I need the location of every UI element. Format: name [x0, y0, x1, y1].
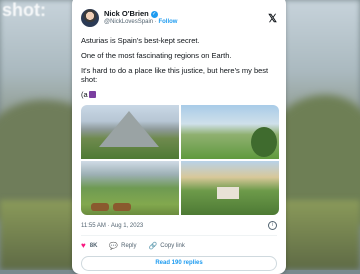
- emoji-icon: [88, 91, 96, 98]
- follow-button[interactable]: Follow: [158, 19, 177, 25]
- tweet-text: Asturias is Spain's best-kept secret. On…: [81, 36, 277, 99]
- like-button[interactable]: ♥ 8K: [81, 241, 97, 250]
- photo-village[interactable]: [181, 105, 279, 159]
- author-info: Nick O'Brien ✓ @NickLovesSpain · Follow: [104, 10, 177, 26]
- read-replies-button[interactable]: Read 190 replies: [81, 256, 277, 271]
- photo-cows-meadow[interactable]: [81, 161, 179, 215]
- action-bar: ♥ 8K 💬 Reply 🔗 Copy link: [81, 241, 277, 250]
- copy-link-label: Copy link: [160, 242, 185, 249]
- reply-label: Reply: [121, 242, 137, 249]
- photo-grid: [81, 105, 279, 215]
- background-text: shot:: [2, 0, 46, 20]
- heart-icon: ♥: [81, 241, 86, 250]
- tweet-paragraph-2: One of the most fascinating regions on E…: [81, 51, 232, 60]
- divider: [81, 235, 277, 236]
- link-icon: 🔗: [148, 242, 158, 250]
- info-icon[interactable]: i: [268, 221, 277, 230]
- timestamp[interactable]: 11:55 AM · Aug 1, 2023: [81, 223, 143, 229]
- photo-mountains[interactable]: [81, 105, 179, 159]
- tweet-paragraph-1: Asturias is Spain's best-kept secret.: [81, 36, 200, 45]
- tweet-meta: 11:55 AM · Aug 1, 2023 i: [81, 221, 277, 230]
- avatar[interactable]: [81, 9, 99, 27]
- tweet-card: Nick O'Brien ✓ @NickLovesSpain · Follow …: [72, 0, 286, 274]
- tweet-paragraph-3: It's hard to do a place like this justic…: [81, 66, 269, 84]
- like-count: 8K: [89, 242, 98, 249]
- author-name[interactable]: Nick O'Brien: [104, 10, 149, 18]
- tweet-emoji-line: (a: [81, 90, 277, 99]
- photo-coastal-village[interactable]: [181, 161, 279, 215]
- separator: ·: [154, 19, 157, 25]
- author-handle[interactable]: @NickLovesSpain: [104, 19, 153, 25]
- reply-icon: 💬: [109, 242, 119, 250]
- reply-button[interactable]: 💬 Reply: [109, 242, 136, 250]
- x-logo-icon[interactable]: 𝕏: [268, 12, 277, 25]
- copy-link-button[interactable]: 🔗 Copy link: [148, 242, 184, 250]
- tweet-header: Nick O'Brien ✓ @NickLovesSpain · Follow …: [81, 7, 277, 29]
- verified-badge-icon: ✓: [150, 10, 158, 18]
- emoji-line-text: (a: [81, 90, 88, 99]
